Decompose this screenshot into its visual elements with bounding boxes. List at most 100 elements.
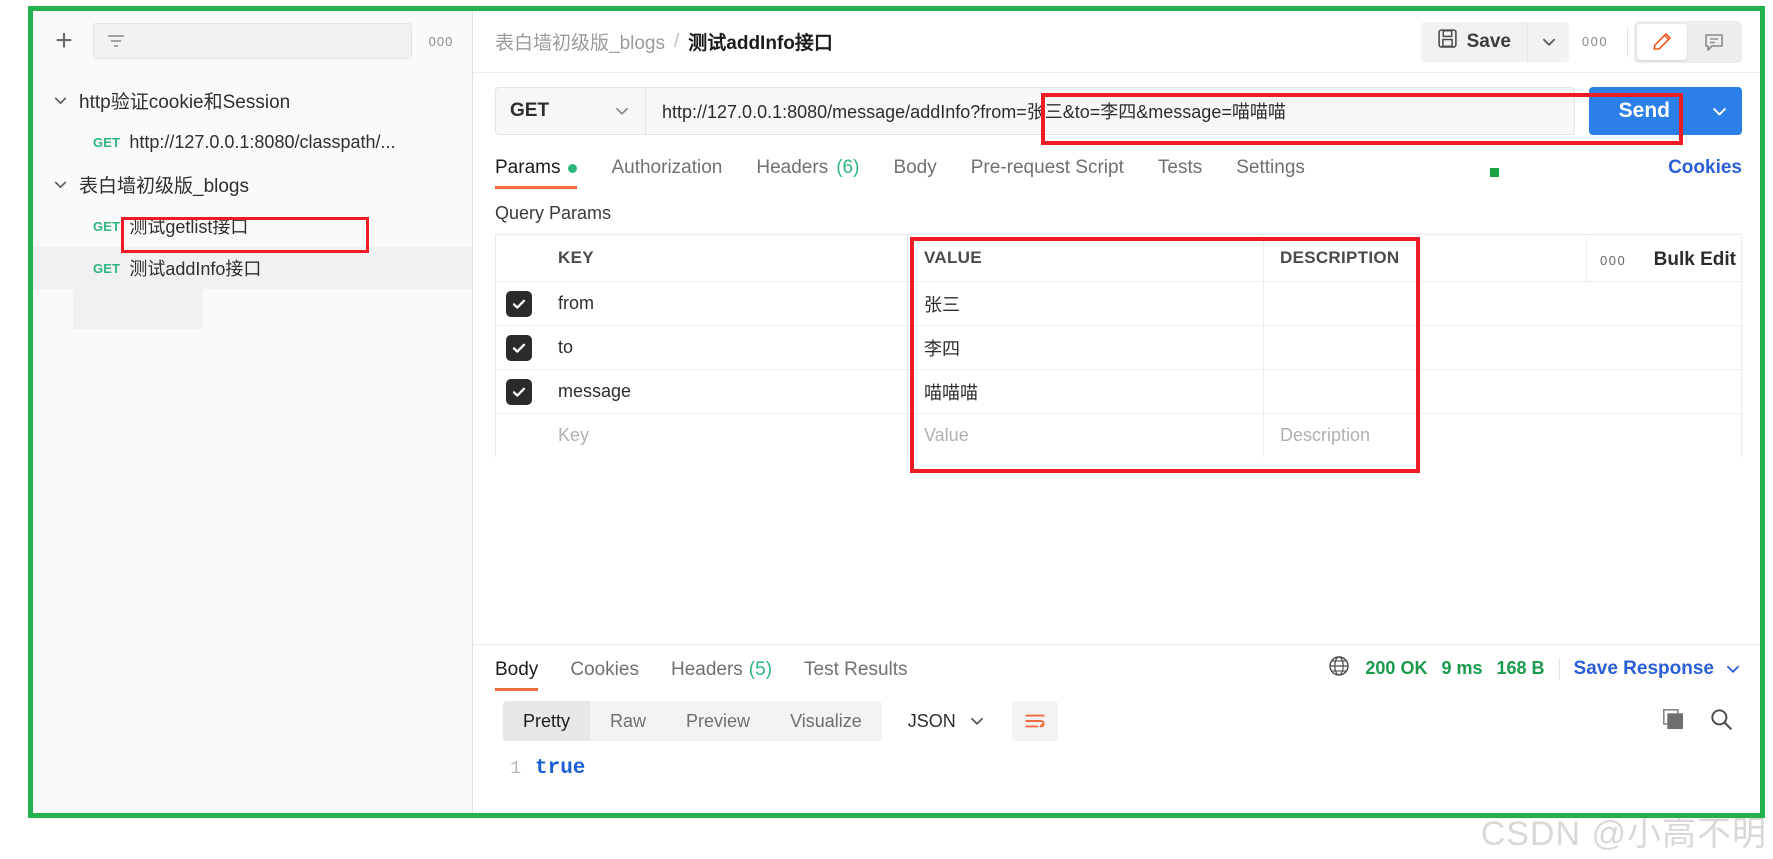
tab-tests[interactable]: Tests bbox=[1141, 157, 1219, 189]
table-header-row: KEY VALUE DESCRIPTION bbox=[496, 235, 1741, 281]
row-checkbox-cell bbox=[496, 370, 542, 413]
response-body-value: true bbox=[535, 757, 586, 780]
tab-pre-request-script[interactable]: Pre-request Script bbox=[954, 157, 1141, 189]
globe-icon bbox=[1327, 654, 1351, 683]
wrap-lines-icon bbox=[1025, 714, 1045, 728]
sidebar-filter-input[interactable] bbox=[93, 23, 412, 59]
tab-label: Body bbox=[495, 659, 539, 680]
table-row[interactable]: message 喵喵喵 bbox=[496, 369, 1741, 413]
sidebar-request-classpath[interactable]: GET http://127.0.0.1:8080/classpath/... bbox=[33, 121, 472, 163]
tab-body[interactable]: Body bbox=[876, 157, 953, 189]
param-value-placeholder[interactable]: Value bbox=[908, 414, 1264, 457]
copy-icon[interactable] bbox=[1660, 706, 1686, 737]
sidebar-request-addinfo[interactable]: GET 测试addInfo接口 bbox=[33, 247, 472, 289]
request-method-label: GET bbox=[93, 260, 121, 276]
request-header-bar: 表白墙初级版_blogs / 测试addInfo接口 Save 000 bbox=[473, 11, 1760, 73]
chevron-down-icon bbox=[970, 717, 983, 725]
row-checkbox[interactable] bbox=[506, 378, 532, 405]
param-key[interactable]: message bbox=[542, 370, 908, 413]
response-time: 9 ms bbox=[1441, 658, 1483, 678]
tab-headers[interactable]: Headers (6) bbox=[739, 157, 876, 189]
sidebar-more-button[interactable]: 000 bbox=[424, 26, 458, 56]
row-checkbox[interactable] bbox=[506, 290, 532, 317]
table-row[interactable]: to 李四 bbox=[496, 325, 1741, 369]
watermark: CSDN @小高不明 bbox=[1480, 815, 1767, 853]
response-tab-bar: Body Cookies Headers (5) Test Results 20… bbox=[473, 645, 1760, 691]
breadcrumb-current: 测试addInfo接口 bbox=[688, 33, 833, 54]
param-value[interactable]: 李四 bbox=[908, 326, 1264, 369]
tab-label: Authorization bbox=[611, 157, 723, 178]
param-description[interactable] bbox=[1264, 326, 1741, 369]
breadcrumb: 表白墙初级版_blogs / 测试addInfo接口 bbox=[495, 28, 833, 55]
status-divider bbox=[1558, 657, 1560, 680]
row-checkbox-cell bbox=[496, 282, 542, 325]
sidebar-request-getlist[interactable]: GET 测试getlist接口 bbox=[33, 205, 472, 247]
request-more-button[interactable]: 000 bbox=[1569, 22, 1621, 62]
edit-mode-button[interactable] bbox=[1637, 23, 1687, 60]
save-button-label: Save bbox=[1466, 30, 1511, 52]
save-dropdown-button[interactable] bbox=[1527, 21, 1569, 62]
tab-settings[interactable]: Settings bbox=[1219, 157, 1322, 189]
floppy-disk-icon bbox=[1437, 28, 1458, 55]
line-number: 1 bbox=[510, 758, 521, 779]
view-mode-preview[interactable]: Preview bbox=[666, 701, 770, 741]
table-row[interactable]: from 张三 bbox=[496, 281, 1741, 325]
sidebar-toolbar: + 000 bbox=[33, 11, 472, 71]
param-description-placeholder[interactable]: Description bbox=[1264, 414, 1741, 457]
response-tab-cookies[interactable]: Cookies bbox=[554, 659, 655, 691]
url-input[interactable]: http://127.0.0.1:8080/message/addInfo?fr… bbox=[645, 87, 1575, 135]
send-dropdown-button[interactable] bbox=[1696, 87, 1742, 135]
breadcrumb-separator: / bbox=[674, 30, 680, 52]
query-params-title: Query Params bbox=[495, 203, 612, 223]
row-checkbox-cell bbox=[496, 414, 542, 457]
param-key[interactable]: from bbox=[542, 282, 908, 325]
param-key[interactable]: to bbox=[542, 326, 908, 369]
comment-mode-button[interactable] bbox=[1689, 24, 1739, 60]
cookies-link[interactable]: Cookies bbox=[1668, 157, 1742, 189]
chevron-down-icon bbox=[47, 171, 73, 197]
select-all-cell bbox=[496, 235, 542, 281]
request-name-label: http://127.0.0.1:8080/classpath/... bbox=[129, 131, 396, 152]
bulk-edit-bar: 000 Bulk Edit bbox=[1585, 237, 1742, 283]
collection-group-http-cookie-session[interactable]: http验证cookie和Session bbox=[33, 79, 472, 121]
wrap-lines-button[interactable] bbox=[1011, 701, 1058, 741]
view-mode-raw[interactable]: Raw bbox=[590, 701, 666, 741]
table-row-empty[interactable]: Key Value Description bbox=[496, 413, 1741, 457]
tab-params[interactable]: Params bbox=[495, 157, 594, 189]
row-checkbox[interactable] bbox=[506, 334, 532, 361]
send-button[interactable]: Send bbox=[1589, 87, 1696, 135]
save-response-button[interactable]: Save Response bbox=[1574, 658, 1742, 680]
tab-label: Params bbox=[495, 157, 561, 178]
params-modified-dot-icon bbox=[568, 163, 578, 173]
tab-label: Body bbox=[893, 157, 937, 178]
save-button[interactable]: Save bbox=[1421, 22, 1527, 62]
row-checkbox-cell bbox=[496, 326, 542, 369]
filter-icon bbox=[108, 35, 124, 47]
breadcrumb-parent[interactable]: 表白墙初级版_blogs bbox=[495, 28, 665, 55]
add-new-button[interactable]: + bbox=[47, 24, 81, 58]
http-method-select[interactable]: GET bbox=[495, 87, 645, 135]
tab-authorization[interactable]: Authorization bbox=[594, 157, 739, 189]
response-action-icons bbox=[1660, 706, 1742, 737]
view-mode-pretty[interactable]: Pretty bbox=[503, 701, 591, 741]
param-description[interactable] bbox=[1264, 282, 1741, 325]
param-description[interactable] bbox=[1264, 370, 1741, 413]
collection-name: http验证cookie和Session bbox=[79, 91, 291, 113]
bulk-edit-button[interactable]: Bulk Edit bbox=[1640, 237, 1742, 283]
response-format-select[interactable]: JSON bbox=[896, 701, 998, 741]
params-more-button[interactable]: 000 bbox=[1585, 237, 1640, 283]
response-tab-test-results[interactable]: Test Results bbox=[788, 659, 923, 691]
param-value[interactable]: 张三 bbox=[908, 282, 1264, 325]
collection-group-blogs[interactable]: 表白墙初级版_blogs bbox=[33, 163, 472, 205]
response-tab-body[interactable]: Body bbox=[495, 659, 554, 691]
tab-count: (5) bbox=[748, 659, 773, 680]
response-body-content: 1 true bbox=[473, 751, 1760, 813]
tab-label: Pre-request Script bbox=[970, 157, 1124, 178]
response-tab-headers[interactable]: Headers (5) bbox=[655, 659, 788, 691]
view-mode-visualize[interactable]: Visualize bbox=[770, 701, 882, 741]
param-value[interactable]: 喵喵喵 bbox=[908, 370, 1264, 413]
search-icon[interactable] bbox=[1708, 706, 1734, 737]
chevron-down-icon bbox=[47, 87, 73, 113]
chevron-down-icon bbox=[616, 107, 628, 115]
param-key-placeholder[interactable]: Key bbox=[542, 414, 908, 457]
